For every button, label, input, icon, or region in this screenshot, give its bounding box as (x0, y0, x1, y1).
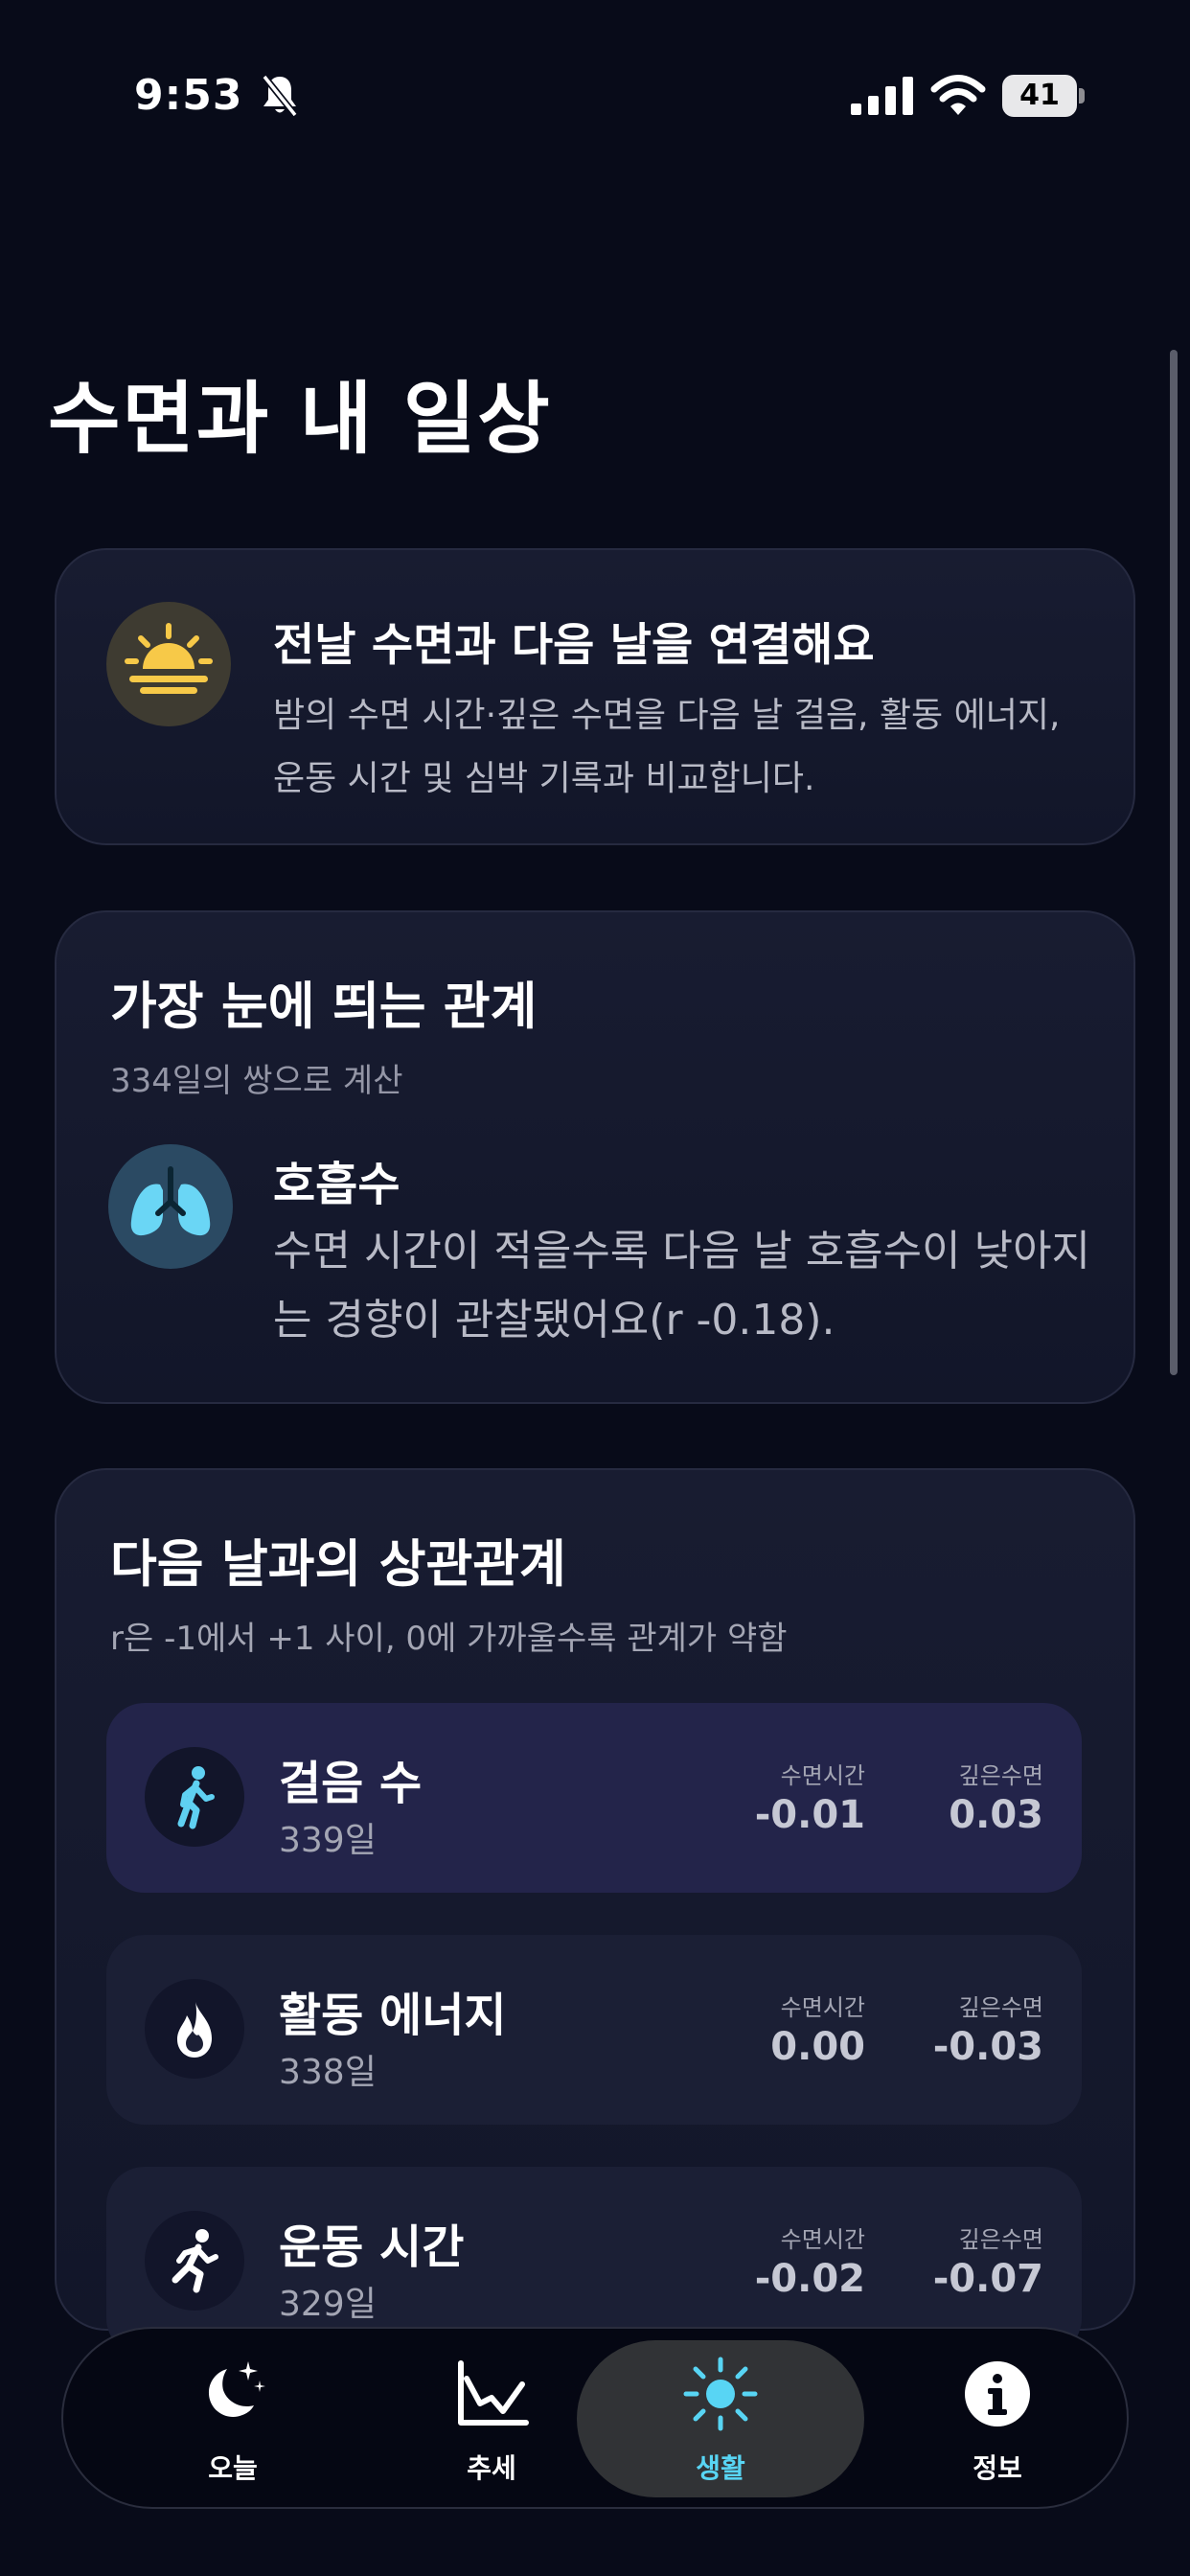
deep-sleep-label: 깊은수면 (958, 1994, 1043, 2021)
row-days: 339일 (279, 1821, 377, 1860)
deep-sleep-label: 깊은수면 (958, 1762, 1043, 1789)
top-relation-metric: 호흡수 (273, 1158, 400, 1211)
battery-indicator: 41 (1002, 75, 1085, 117)
correlation-row-steps[interactable]: 걸음 수 339일 수면시간 -0.01 깊은수면 0.03 (106, 1703, 1082, 1893)
tab-today[interactable]: 오늘 (103, 2340, 362, 2497)
tab-info[interactable]: 정보 (868, 2340, 1127, 2497)
intro-description: 밤의 수면 시간·깊은 수면을 다음 날 걸음, 활동 에너지, 운동 시간 및… (273, 696, 1061, 798)
deep-sleep-value: 0.03 (949, 1793, 1043, 1837)
intro-icon-badge (106, 602, 231, 726)
sleep-time-label: 수면시간 (780, 2226, 865, 2253)
intro-title: 전날 수면과 다음 날을 연결해요 (273, 619, 875, 672)
sleep-time-label: 수면시간 (780, 1994, 865, 2021)
correlation-row-active-energy[interactable]: 활동 에너지 338일 수면시간 0.00 깊은수면 -0.03 (106, 1935, 1082, 2125)
status-time: 9:53 (134, 71, 243, 120)
row-icon-badge (145, 1747, 244, 1847)
silent-bell-icon (262, 74, 298, 118)
trend-chart-icon (458, 2360, 529, 2426)
deep-sleep-value: -0.07 (932, 2257, 1043, 2301)
info-icon (965, 2361, 1030, 2426)
wifi-icon (930, 75, 986, 115)
top-relation-title: 가장 눈에 띄는 관계 (110, 978, 538, 1036)
lungs-icon (130, 1166, 211, 1236)
walking-icon (177, 1766, 215, 1829)
sleep-time-value: 0.00 (770, 2025, 865, 2069)
correlations-title: 다음 날과의 상관관계 (110, 1535, 566, 1594)
scroll-indicator[interactable] (1170, 350, 1178, 1375)
top-relation-card: 가장 눈에 띄는 관계 334일의 쌍으로 계산 호흡수 수면 시간이 적을수록… (55, 910, 1135, 1404)
sunrise-icon (125, 623, 213, 694)
tab-life-label: 생활 (696, 2452, 745, 2484)
row-metric-name: 활동 에너지 (279, 1989, 507, 2042)
page-title: 수면과 내 일상 (48, 374, 552, 465)
deep-sleep-label: 깊은수면 (958, 2226, 1043, 2253)
intro-card: 전날 수면과 다음 날을 연결해요 밤의 수면 시간·깊은 수면을 다음 날 걸… (55, 548, 1135, 845)
row-icon-badge (145, 1979, 244, 2079)
correlations-subtitle: r은 -1에서 +1 사이, 0에 가까울수록 관계가 약함 (110, 1620, 788, 1658)
row-days: 329일 (279, 2285, 377, 2324)
row-icon-badge (145, 2211, 244, 2311)
running-icon (172, 2229, 218, 2293)
lungs-icon-badge (108, 1144, 233, 1269)
sleep-time-value: -0.02 (754, 2257, 865, 2301)
tab-today-label: 오늘 (208, 2452, 258, 2484)
sun-icon (683, 2357, 758, 2431)
row-metric-name: 걸음 수 (279, 1757, 423, 1810)
top-relation-subtitle: 334일의 쌍으로 계산 (110, 1062, 403, 1100)
row-days: 338일 (279, 2053, 377, 2092)
flame-icon (177, 2002, 212, 2058)
top-relation-description: 수면 시간이 적을수록 다음 날 호흡수이 낮아지는 경향이 관찰됐어요(r -… (273, 1227, 1091, 1345)
battery-percent: 41 (1019, 79, 1060, 112)
deep-sleep-value: -0.03 (932, 2025, 1043, 2069)
sleep-time-label: 수면시간 (780, 1762, 865, 1789)
battery-tip (1079, 88, 1085, 104)
tab-life[interactable]: 생활 (577, 2340, 864, 2497)
correlations-card: 다음 날과의 상관관계 r은 -1에서 +1 사이, 0에 가까울수록 관계가 … (55, 1468, 1135, 2357)
tab-info-label: 정보 (973, 2452, 1022, 2484)
row-metric-name: 운동 시간 (279, 2220, 465, 2274)
screen: 9:53 41 수면과 내 일상 전날 수면과 다음 날을 연결해요 밤의 수면… (0, 0, 1190, 2576)
cellular-signal-icon (851, 77, 913, 115)
sleep-time-value: -0.01 (754, 1793, 865, 1837)
moon-stars-icon (208, 2361, 265, 2418)
tab-bar: 오늘 추세 생활 정보 (61, 2327, 1129, 2509)
status-bar: 9:53 41 (0, 0, 1190, 192)
